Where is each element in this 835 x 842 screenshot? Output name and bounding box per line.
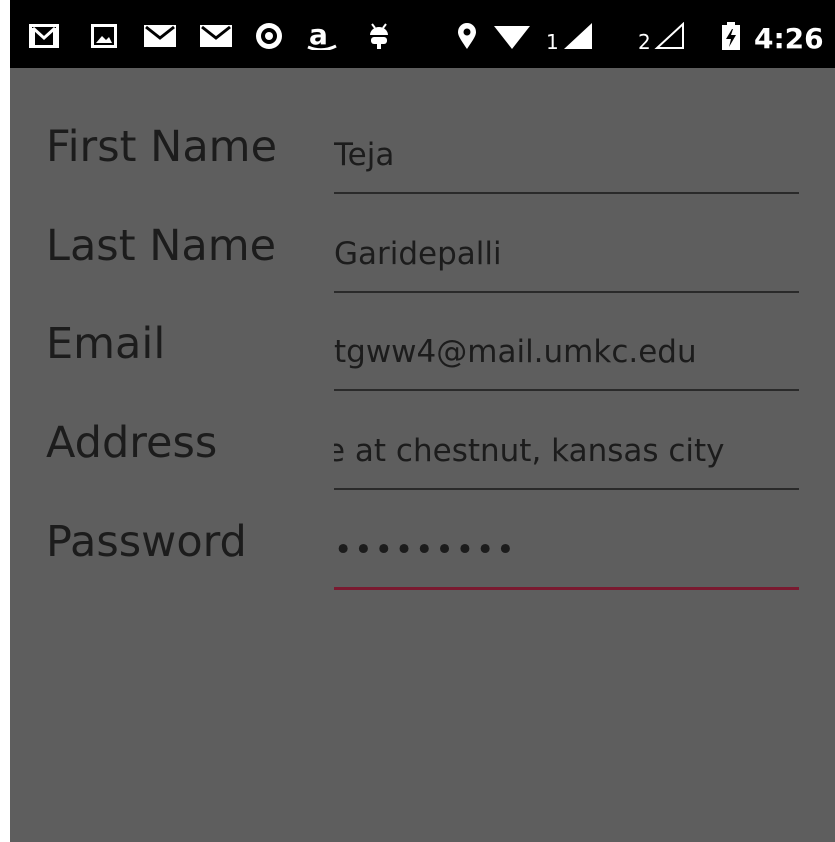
last-name-row: Last Name	[10, 221, 835, 321]
address-row: Address	[10, 418, 835, 518]
signal-icon	[564, 23, 592, 49]
first-name-row: First Name	[10, 122, 835, 222]
last-name-field-container	[334, 221, 799, 293]
mail-icon	[200, 25, 232, 47]
amazon-icon: a	[307, 22, 337, 50]
sim2-label: 2	[638, 30, 651, 54]
opera-icon	[256, 23, 282, 49]
email-field-container	[334, 319, 799, 391]
first-name-label: First Name	[46, 122, 278, 172]
last-name-field[interactable]	[334, 229, 799, 279]
gallery-icon	[91, 24, 117, 48]
clock: 4:26	[754, 22, 824, 55]
mail-icon	[144, 25, 176, 47]
email-field[interactable]	[334, 327, 799, 377]
battery-charging-icon	[722, 22, 740, 50]
password-label: Password	[46, 517, 247, 567]
status-bar: a 1 2 4:26	[10, 0, 835, 68]
address-label: Address	[46, 418, 218, 468]
first-name-field-container	[334, 122, 799, 194]
last-name-label: Last Name	[46, 221, 277, 271]
location-icon	[458, 23, 476, 49]
gmail-icon	[29, 24, 59, 48]
password-row: Password	[10, 517, 835, 617]
sim1-label: 1	[546, 30, 559, 54]
svg-text:a: a	[309, 22, 328, 50]
app-screen: a 1 2 4:26 First Name Teja Last Name Gar…	[10, 0, 835, 842]
email-label: Email	[46, 319, 166, 369]
wifi-icon	[494, 26, 530, 49]
address-field-container	[334, 418, 799, 490]
address-field[interactable]	[334, 426, 799, 476]
first-name-field[interactable]	[334, 130, 799, 180]
signal-empty-icon	[654, 22, 684, 49]
email-row: Email	[10, 319, 835, 419]
password-field-container	[334, 517, 799, 590]
android-icon	[370, 23, 388, 49]
password-field[interactable]	[334, 525, 799, 575]
